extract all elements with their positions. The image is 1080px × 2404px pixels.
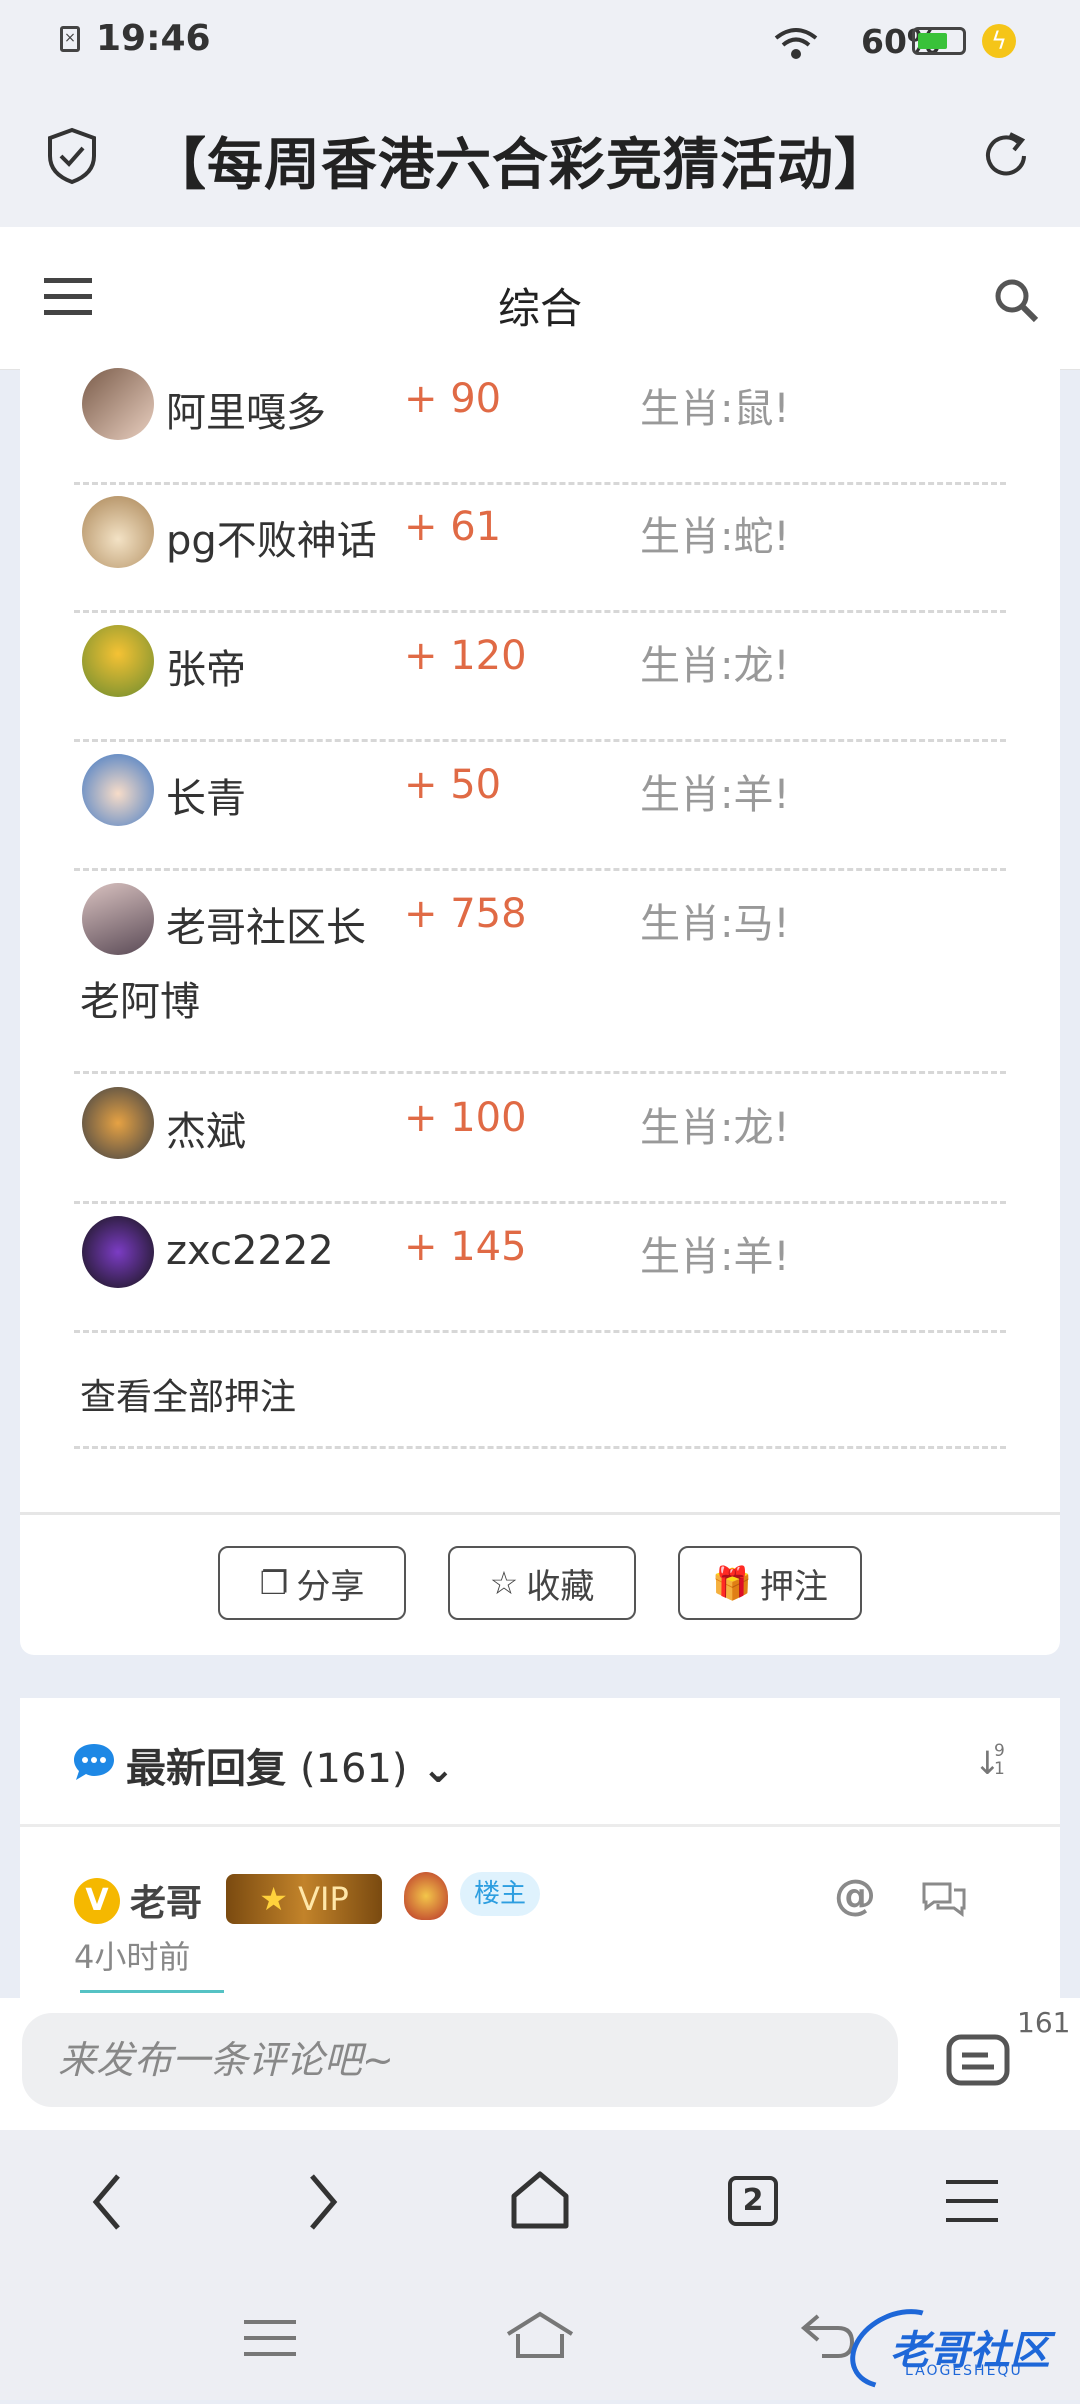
bet-zodiac: 生肖:龙!: [640, 1105, 790, 1151]
back-icon[interactable]: [90, 2172, 124, 2232]
bet-username[interactable]: 阿里嘎多: [166, 380, 326, 438]
dragon-badge-icon: [404, 1872, 448, 1920]
sort-digits: 9 1: [994, 1741, 1005, 1779]
avatar[interactable]: [82, 883, 154, 955]
replies-heading[interactable]: 最新回复 (161) ⌄: [126, 1736, 455, 1794]
bet-username[interactable]: 老哥社区长: [166, 895, 366, 953]
search-icon[interactable]: [992, 276, 1040, 324]
bet-row: 老哥社区长 + 758 生肖:马! 老阿博: [74, 869, 1006, 1074]
bet-button[interactable]: 🎁 押注: [678, 1546, 862, 1620]
divider: [20, 1512, 1060, 1515]
bet-zodiac: 生肖:鼠!: [640, 386, 790, 432]
refresh-icon[interactable]: [978, 128, 1034, 184]
page-title: 【每周香港六合彩竞猜活动】: [150, 133, 891, 198]
owner-badge: 楼主: [460, 1872, 541, 1916]
bet-row: 长青 + 50 生肖:羊!: [74, 740, 1006, 871]
bet-zodiac: 生肖:马!: [640, 901, 790, 947]
notification-icon: ×: [60, 26, 80, 52]
bet-row: 阿里嘎多 + 90 生肖:鼠!: [74, 354, 1006, 485]
replies-title: 最新回复: [126, 1746, 286, 1792]
chevron-down-icon: ⌄: [421, 1746, 455, 1792]
chat-bubble-icon: [74, 1744, 114, 1780]
bet-row: pg不败神话 + 61 生肖:蛇!: [74, 482, 1006, 613]
comments-icon[interactable]: [946, 2034, 1010, 2092]
charging-icon: ϟ: [982, 24, 1016, 58]
browser-menu-icon[interactable]: [946, 2178, 998, 2224]
share-label: 分享: [296, 1566, 365, 1607]
vip-badge: ★ VIP: [226, 1874, 382, 1924]
view-all-bets-link[interactable]: 查看全部押注: [80, 1368, 296, 1420]
bet-label: 押注: [759, 1566, 828, 1607]
vip-star-icon: ★: [259, 1880, 288, 1918]
bet-points: + 61: [404, 504, 502, 550]
shield-check-icon[interactable]: [44, 126, 100, 186]
bet-zodiac: 生肖:蛇!: [640, 514, 790, 560]
reply-username[interactable]: 老哥: [130, 1874, 202, 1926]
home-icon[interactable]: [508, 2170, 572, 2232]
replies-count: (161): [299, 1746, 408, 1792]
bet-row: 杰斌 + 100 生肖:龙!: [74, 1073, 1006, 1204]
avatar[interactable]: [82, 754, 154, 826]
bet-zodiac: 生肖:羊!: [640, 1234, 790, 1280]
wifi-icon: [774, 28, 818, 59]
verified-v-icon: V: [74, 1878, 120, 1924]
avatar[interactable]: [82, 625, 154, 697]
reply-time: 4小时前: [74, 1938, 191, 1976]
bet-username[interactable]: pg不败神话: [166, 508, 377, 566]
bet-username[interactable]: 杰斌: [166, 1099, 246, 1157]
gift-icon: 🎁: [712, 1564, 752, 1602]
bet-zodiac: 生肖:龙!: [640, 643, 790, 689]
comment-input[interactable]: 来发布一条评论吧~: [22, 2013, 898, 2107]
reply-indicator: [80, 1990, 224, 1993]
system-back-icon[interactable]: [798, 2312, 858, 2360]
bet-points: + 50: [404, 762, 502, 808]
bet-username[interactable]: zxc2222: [166, 1228, 334, 1274]
bet-points: + 100: [404, 1095, 527, 1141]
bet-row: 张帝 + 120 生肖:龙!: [74, 611, 1006, 742]
system-home-icon[interactable]: [504, 2310, 576, 2360]
bet-row: zxc2222 + 145 生肖:羊!: [74, 1202, 1006, 1333]
avatar[interactable]: [82, 368, 154, 440]
bet-points: + 90: [404, 376, 502, 422]
comment-icon[interactable]: [920, 1878, 968, 1918]
avatar[interactable]: [82, 1087, 154, 1159]
status-time: 19:46: [96, 18, 211, 59]
avatar[interactable]: [82, 1216, 154, 1288]
bet-points: + 145: [404, 1224, 527, 1270]
battery-icon: [912, 27, 966, 55]
bet-zodiac: 生肖:羊!: [640, 772, 790, 818]
bet-username[interactable]: 张帝: [166, 637, 246, 695]
bet-points: + 120: [404, 633, 527, 679]
vip-label: VIP: [298, 1880, 349, 1918]
bet-username[interactable]: 长青: [166, 766, 246, 824]
comment-count: 161: [1017, 2006, 1071, 2039]
divider: [74, 1446, 1006, 1449]
mention-icon[interactable]: @: [834, 1870, 876, 1919]
star-icon: ☆: [489, 1564, 519, 1602]
bet-username-continued[interactable]: 老阿博: [80, 969, 200, 1027]
favorite-button[interactable]: ☆ 收藏: [448, 1546, 636, 1620]
forward-icon[interactable]: [306, 2172, 340, 2232]
sort-icon[interactable]: ↓ 9 1: [974, 1741, 1014, 1788]
share-button[interactable]: ❐ 分享: [218, 1546, 406, 1620]
divider: [20, 1824, 1060, 1827]
avatar[interactable]: [82, 496, 154, 568]
tabs-button[interactable]: 2: [728, 2176, 778, 2226]
recent-apps-icon[interactable]: [244, 2318, 296, 2358]
bet-points: + 758: [404, 891, 527, 937]
nav-title[interactable]: 综合: [0, 275, 1080, 336]
watermark-subtitle: LAOGESHEQU: [905, 2363, 1023, 2379]
favorite-label: 收藏: [526, 1566, 595, 1607]
copy-icon: ❐: [259, 1564, 289, 1602]
